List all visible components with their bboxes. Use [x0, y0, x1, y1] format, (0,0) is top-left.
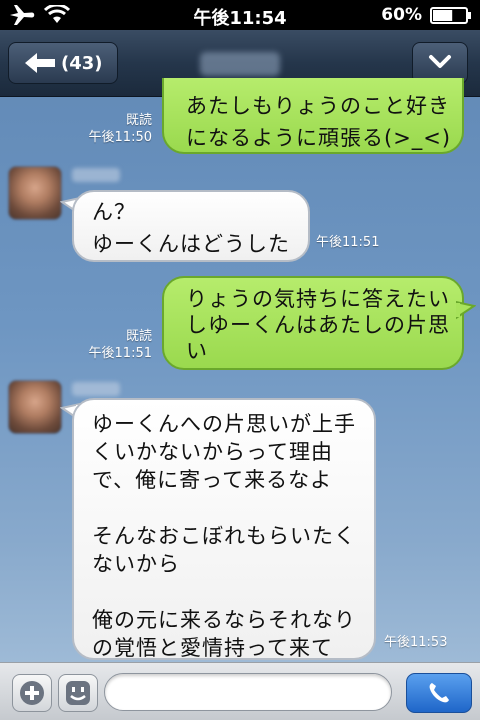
message-input[interactable]: [104, 673, 392, 711]
message-time: 午後11:53: [384, 635, 448, 650]
message-line: くいかないからって理由: [92, 440, 333, 464]
emoji-button[interactable]: [58, 674, 98, 712]
chevron-down-icon: [429, 55, 451, 68]
message-line: になるように頑張る(>_<): [186, 126, 452, 150]
call-button[interactable]: [406, 673, 472, 713]
message-line: ゆーくんへの片思いが上手: [92, 412, 356, 436]
message-bubble-sent[interactable]: あたしもりょうのこと好き になるように頑張る(>_<): [162, 78, 464, 154]
message-line: そんなおこぼれもらいたく: [92, 524, 356, 548]
message-line: の覚悟と愛情持って来て: [92, 636, 333, 660]
emoji-icon: [66, 681, 90, 705]
battery-percent: 60%: [381, 5, 422, 25]
message-line: あたしもりょうのこと好き: [186, 94, 450, 118]
avatar[interactable]: [8, 380, 62, 434]
message-line: ないから: [92, 552, 180, 576]
message-line: [92, 578, 374, 606]
back-button[interactable]: (43): [8, 42, 118, 84]
plus-icon: [20, 681, 44, 705]
message-line: [92, 494, 374, 522]
add-button[interactable]: [12, 674, 52, 712]
message-line: りょうの気持ちに答えたい: [186, 287, 450, 311]
phone-icon: [429, 683, 449, 703]
message-bubble-sent[interactable]: りょうの気持ちに答えたい しゆーくんはあたしの片思 い: [162, 276, 464, 370]
sender-name-blurred: [72, 382, 120, 396]
battery-icon: [430, 7, 471, 24]
message-time: 午後11:51: [88, 346, 152, 361]
bubble-tail: [456, 300, 476, 320]
message-time: 午後11:51: [316, 235, 380, 250]
read-receipt: 既読: [125, 113, 152, 128]
status-bar: 午後11:54 60%: [0, 0, 480, 30]
message-line: ん？: [92, 200, 136, 224]
message-line: で、俺に寄って来るなよ: [92, 468, 333, 492]
message-line: しゆーくんはあたしの片思: [186, 313, 450, 337]
message-line: い: [186, 339, 208, 363]
read-receipt: 既読: [125, 329, 152, 344]
back-arrow-icon: [25, 53, 55, 73]
message-line: 俺の元に来るならそれなり: [92, 608, 356, 632]
message-time: 午後11:50: [88, 130, 152, 145]
chat-title-blurred: [200, 52, 280, 76]
message-meta: 既読 午後11:51: [80, 328, 152, 362]
battery-fill: [433, 10, 453, 21]
message-bubble-received[interactable]: ゆーくんへの片思いが上手 くいかないからって理由 で、俺に寄って来るなよ そんな…: [72, 398, 376, 660]
message-meta: 既読 午後11:50: [80, 112, 152, 146]
chat-screen: 午後11:54 60% (43) 既読 午後11:50 あたしもりょうのこと好き…: [0, 0, 480, 720]
unread-count: (43): [61, 52, 103, 74]
avatar[interactable]: [8, 166, 62, 220]
message-bubble-received[interactable]: ん？ ゆーくんはどうした: [72, 190, 310, 262]
message-line: ゆーくんはどうした: [92, 232, 290, 256]
input-bar: [0, 662, 480, 720]
sender-name-blurred: [72, 168, 120, 182]
